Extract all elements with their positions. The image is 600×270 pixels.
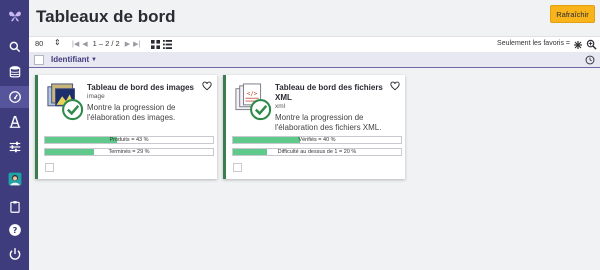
card-select-checkbox[interactable]	[45, 163, 54, 172]
progress-bar-termines: Terminés = 29 %	[44, 148, 214, 156]
first-page-icon[interactable]: |◀	[72, 40, 79, 48]
card-select-checkbox[interactable]	[233, 163, 242, 172]
zoom-in-icon[interactable]	[586, 39, 597, 50]
search-icon[interactable]	[0, 36, 29, 58]
clock-icon[interactable]	[585, 55, 595, 65]
card-description: Montre la progression de l'élaboration d…	[87, 103, 176, 122]
previous-page-icon[interactable]: ◀	[82, 40, 87, 48]
progress-label: Produits = 43 %	[109, 137, 149, 143]
progress-label: Difficulté au dessus de 1 = 20 %	[277, 149, 357, 155]
card-title: Tableau de bord des images	[87, 83, 194, 92]
per-page-stepper-icon[interactable]: ⇕	[54, 38, 61, 47]
pager: |◀ ◀ 1 – 2 / 2 ▶ ▶|	[72, 39, 140, 48]
logo-butterfly-icon[interactable]	[0, 4, 29, 28]
sidebar: ?	[0, 0, 29, 270]
last-page-icon[interactable]: ▶|	[133, 40, 140, 48]
card-format: image	[87, 93, 105, 100]
per-page-select[interactable]: 80	[35, 39, 43, 48]
sort-bar: Identifiant ▼	[29, 52, 600, 68]
card-format: xml	[275, 103, 286, 110]
card-description: Montre la progression de l'élaboration d…	[275, 113, 382, 132]
progress-label: Vérifiés = 40 %	[298, 137, 336, 143]
app-window: ? Tableaux de bord Rafraîchir 80 ⇕ |◀ ◀ …	[0, 0, 600, 270]
favorite-heart-icon[interactable]	[390, 81, 400, 91]
user-avatar-icon[interactable]	[0, 168, 29, 190]
grid-view-icon[interactable]	[151, 40, 160, 49]
dashboard-gauge-icon[interactable]	[0, 86, 29, 108]
dashboard-card-xml[interactable]: </> Tableau de bord des fichiers XML xml…	[223, 75, 405, 179]
progress-bar-produits: Produits = 43 %	[44, 136, 214, 144]
svg-text:</>: </>	[247, 91, 258, 97]
power-icon[interactable]	[0, 243, 29, 265]
page-title: Tableaux de bord	[36, 7, 176, 26]
next-page-icon[interactable]: ▶	[125, 40, 130, 48]
database-icon[interactable]	[0, 61, 29, 83]
help-icon[interactable]: ?	[0, 219, 29, 241]
xml-files-thumbnail-icon: </>	[235, 83, 272, 121]
svg-text:?: ?	[12, 225, 17, 235]
progress-label: Terminés = 29 %	[108, 149, 150, 155]
list-view-icon[interactable]	[163, 40, 172, 49]
dashboard-card-images[interactable]: Tableau de bord des images image Montre …	[35, 75, 217, 179]
images-thumbnail-icon	[47, 83, 84, 121]
caret-down-icon[interactable]: ▼	[91, 57, 97, 63]
progress-bar-difficulte: Difficulté au dessus de 1 = 20 %	[232, 148, 402, 156]
favorite-heart-icon[interactable]	[202, 81, 212, 91]
clipboard-icon[interactable]	[0, 196, 29, 218]
favorites-toggle-icon[interactable]	[573, 40, 583, 50]
sliders-icon[interactable]	[0, 136, 29, 158]
main-content: Tableaux de bord Rafraîchir 80 ⇕ |◀ ◀ 1 …	[29, 0, 600, 270]
page-indicator: 1 – 2 / 2	[92, 39, 120, 48]
favorites-filter-label: Seulement les favoris =	[497, 40, 570, 47]
progress-bar-verifies: Vérifiés = 40 %	[232, 136, 402, 144]
card-title: Tableau de bord des fichiers XML	[275, 83, 383, 102]
select-all-checkbox[interactable]	[34, 55, 44, 65]
refresh-button[interactable]: Rafraîchir	[550, 5, 595, 23]
sort-field-label[interactable]: Identifiant	[51, 55, 89, 64]
font-icon[interactable]	[0, 111, 29, 133]
pagination-toolbar: 80 ⇕ |◀ ◀ 1 – 2 / 2 ▶ ▶| Seulement les f…	[29, 36, 600, 52]
view-switcher	[151, 40, 172, 49]
